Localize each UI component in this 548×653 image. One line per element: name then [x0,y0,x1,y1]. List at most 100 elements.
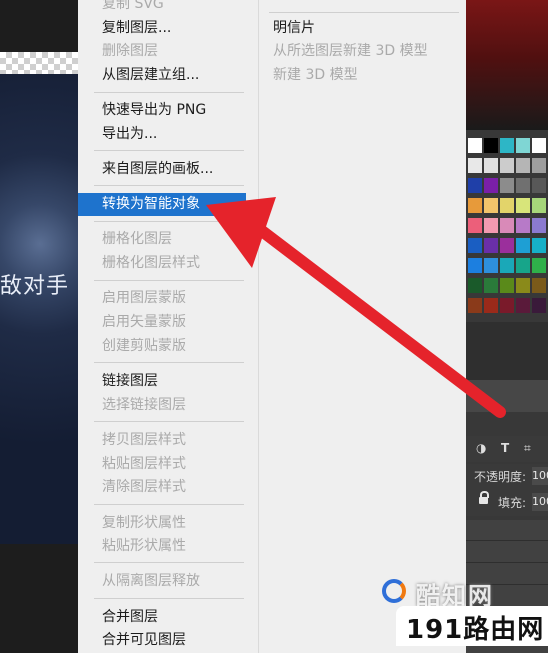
color-swatch[interactable] [532,178,546,193]
color-swatch[interactable] [468,278,482,293]
menu-item-enable-vector-mask[interactable]: 启用矢量蒙版 [102,312,186,332]
menu-item-clear-layer-style[interactable]: 清除图层样式 [102,477,186,497]
menu-item-create-clipping-mask[interactable]: 创建剪贴蒙版 [102,336,186,356]
color-swatch[interactable] [516,258,530,273]
opacity-label: 不透明度: [474,470,527,484]
color-swatch[interactable] [468,298,482,313]
adjustment-filter-icon[interactable]: ◑ [476,441,486,455]
submenu-separator [269,12,459,13]
menu-item-select-linked-layers[interactable]: 选择链接图层 [102,395,186,415]
panel-area [466,322,548,380]
menu-item-enable-layer-mask[interactable]: 启用图层蒙版 [102,288,186,308]
lock-icon[interactable] [479,491,489,504]
color-swatch[interactable] [500,198,514,213]
panel-tab-strip [466,380,548,412]
watermark-brand: 191路由网 [396,606,548,646]
color-swatch[interactable] [516,238,530,253]
document-canvas: 敌对手 [0,0,78,653]
color-swatch[interactable] [484,218,498,233]
menu-item-merge-visible[interactable]: 合并可见图层 [102,630,186,650]
color-swatch[interactable] [484,278,498,293]
menu-item-artboard-from-layers[interactable]: 来自图层的画板... [102,159,213,179]
color-swatch[interactable] [468,238,482,253]
color-swatch[interactable] [484,178,498,193]
submenu-item-new-3d-from-selected[interactable]: 从所选图层新建 3D 模型 [273,41,428,61]
right-panels: ◑ T ⌗ 不透明度: 100 填充: 100 [466,0,548,653]
menu-item-copy-shape-attributes[interactable]: 复制形状属性 [102,513,186,533]
layer-row-divider [466,562,548,563]
color-swatch[interactable] [516,218,530,233]
color-swatch[interactable] [484,158,498,173]
color-swatch[interactable] [532,238,546,253]
color-swatch[interactable] [500,178,514,193]
menu-item-paste-shape-attributes[interactable]: 粘贴形状属性 [102,536,186,556]
menu-separator [94,598,244,599]
submenu-item-new-3d-model[interactable]: 新建 3D 模型 [273,65,358,85]
color-swatch[interactable] [500,218,514,233]
color-swatch[interactable] [500,298,514,313]
color-swatch[interactable] [484,298,498,313]
menu-item-export-as[interactable]: 导出为... [102,124,157,144]
menu-item-copy-svg[interactable]: 复制 SVG [102,0,164,14]
color-swatch[interactable] [532,258,546,273]
fill-label: 填充: [498,496,527,510]
color-swatch[interactable] [484,198,498,213]
color-swatch[interactable] [468,178,482,193]
menu-separator [94,150,244,151]
color-swatch[interactable] [500,278,514,293]
menu-item-duplicate-layer[interactable]: 复制图层... [102,18,171,38]
watermark-c-icon [382,579,406,603]
menu-item-convert-to-smart-object[interactable]: 转换为智能对象 [102,194,200,214]
color-swatch[interactable] [532,138,546,153]
color-swatch[interactable] [468,138,482,153]
opacity-field[interactable]: 100 [532,467,548,485]
menu-separator [94,562,244,563]
color-swatch[interactable] [532,278,546,293]
type-filter-icon[interactable]: T [501,441,509,455]
color-swatch[interactable] [484,258,498,273]
color-swatch[interactable] [484,238,498,253]
layer-row-divider [466,540,548,541]
transparency-checkerboard [0,52,78,74]
menu-separator [94,504,244,505]
menu-item-group-from-layers[interactable]: 从图层建立组... [102,65,199,85]
color-swatch[interactable] [532,158,546,173]
menu-separator [94,421,244,422]
color-swatch[interactable] [516,158,530,173]
menu-separator [94,185,244,186]
menu-item-copy-layer-style[interactable]: 拷贝图层样式 [102,430,186,450]
menu-item-delete-layer[interactable]: 删除图层 [102,41,158,61]
color-swatch[interactable] [532,298,546,313]
menu-item-merge-layers[interactable]: 合并图层 [102,607,158,627]
fill-field[interactable]: 100 [532,493,548,511]
color-swatch[interactable] [516,278,530,293]
color-swatch[interactable] [468,258,482,273]
color-swatch[interactable] [468,198,482,213]
color-swatch[interactable] [468,158,482,173]
color-swatch[interactable] [532,218,546,233]
color-swatch[interactable] [500,258,514,273]
shape-filter-icon[interactable]: ⌗ [524,441,531,456]
menu-item-rasterize-layer[interactable]: 栅格化图层 [102,229,172,249]
menu-item-release-from-isolation[interactable]: 从隔离图层释放 [102,571,200,591]
menu-item-paste-layer-style[interactable]: 粘贴图层样式 [102,454,186,474]
color-swatch[interactable] [516,138,530,153]
menu-item-quick-export-png[interactable]: 快速导出为 PNG [102,100,206,120]
menu-separator [94,92,244,93]
swatches-grid [466,138,548,318]
watermark-brand-text: 191路由网 [406,615,545,645]
color-swatch[interactable] [532,198,546,213]
color-swatch[interactable] [516,298,530,313]
color-swatch[interactable] [516,198,530,213]
submenu-item-postcard[interactable]: 明信片 [273,18,315,38]
color-swatch[interactable] [500,238,514,253]
color-swatch[interactable] [500,138,514,153]
color-swatch[interactable] [484,138,498,153]
menu-item-link-layers[interactable]: 链接图层 [102,371,158,391]
menu-separator [94,362,244,363]
color-picker-field[interactable] [466,0,548,130]
color-swatch[interactable] [516,178,530,193]
color-swatch[interactable] [468,218,482,233]
color-swatch[interactable] [500,158,514,173]
menu-item-rasterize-layer-style[interactable]: 栅格化图层样式 [102,253,200,273]
